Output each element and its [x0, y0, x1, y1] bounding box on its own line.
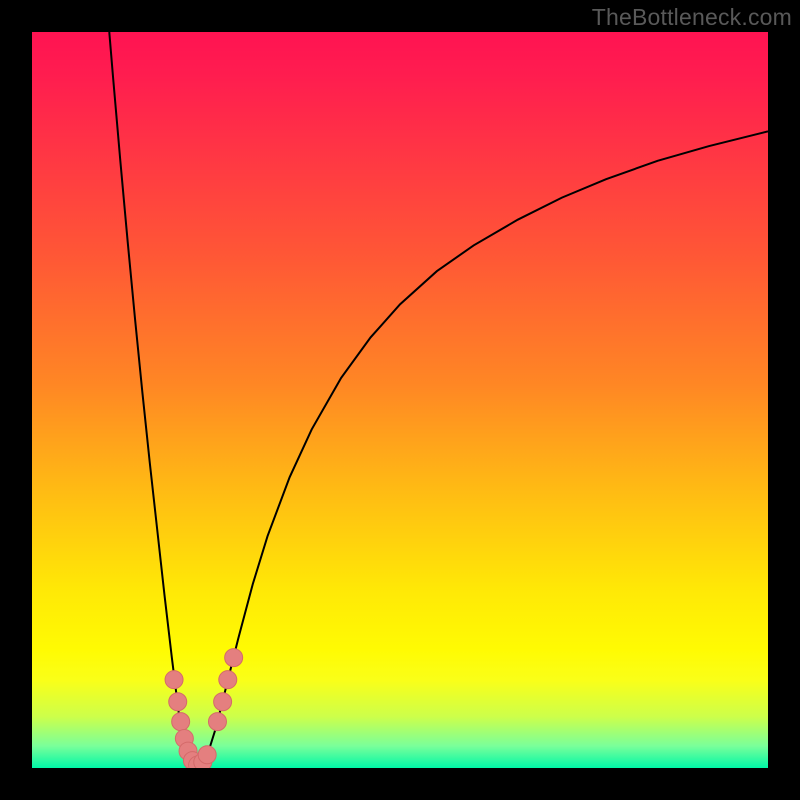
data-marker: [219, 671, 237, 689]
curve-right-branch: [198, 131, 768, 765]
data-marker: [172, 713, 190, 731]
data-marker: [198, 746, 216, 764]
data-marker: [214, 693, 232, 711]
marker-group: [165, 649, 243, 768]
chart-svg: [32, 32, 768, 768]
data-marker: [208, 713, 226, 731]
watermark-text: TheBottleneck.com: [592, 4, 792, 31]
chart-plot-area: [32, 32, 768, 768]
data-marker: [225, 649, 243, 667]
data-marker: [169, 693, 187, 711]
curve-left-branch: [109, 32, 197, 766]
data-marker: [165, 671, 183, 689]
chart-frame: TheBottleneck.com: [0, 0, 800, 800]
